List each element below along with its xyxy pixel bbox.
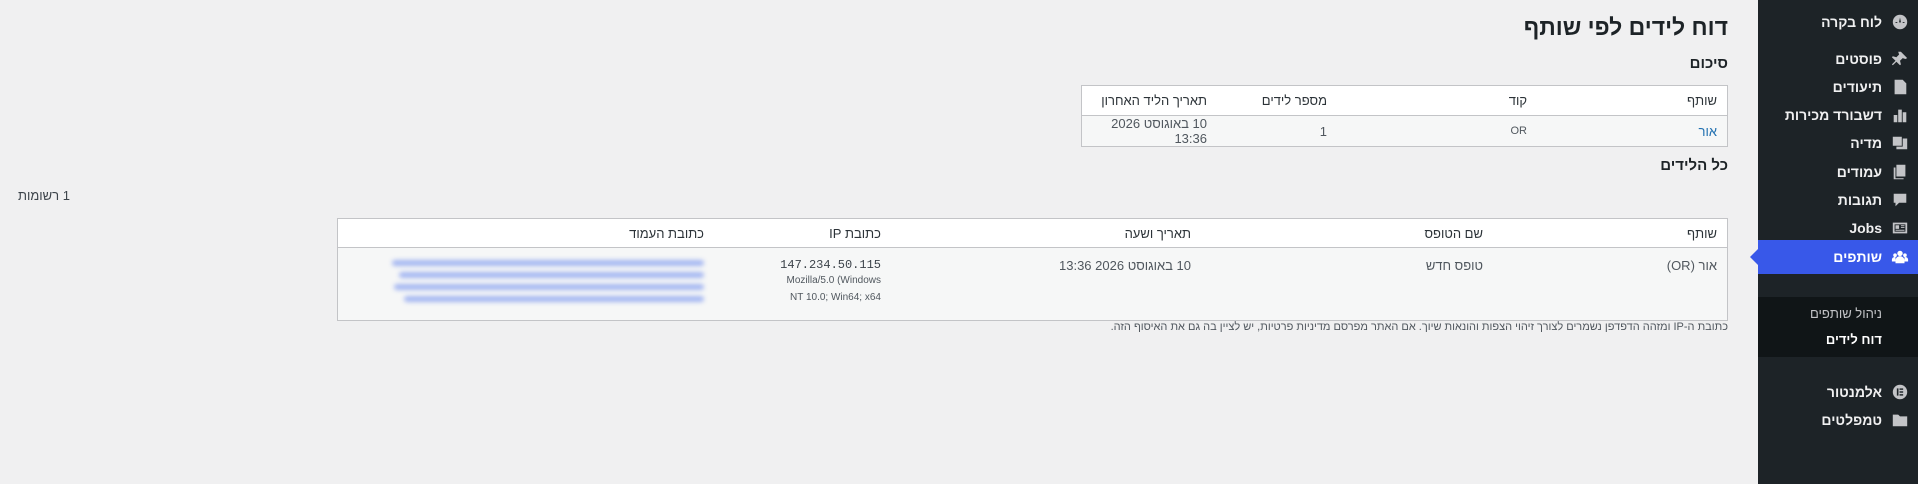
dashboard-icon [1890,12,1910,32]
sidebar-item-label: אלמנטור [1826,384,1882,400]
table-header-row: שותף שם הטופס תאריך ושעה כתובת IP כתובת … [337,218,1728,248]
partner-code: OR [1337,115,1537,147]
column-header-partner: שותף [1493,218,1728,248]
sidebar-item-label: מדיה [1850,135,1882,151]
sidebar-item-label: תגובות [1837,192,1882,208]
sidebar-item-label: לוח בקרה [1821,14,1882,30]
all-leads-section-title: כל הלידים [1660,157,1728,174]
table-row: אור OR 1 10 באוגוסט 2026 13:36 [1081,115,1728,147]
column-header-last-lead-date: תאריך הליד האחרון [1081,85,1217,116]
column-header-form-name: שם הטופס [1201,218,1493,248]
table-row: אור (OR) טופס חדש 10 באוגוסט 2026 13:36 … [337,247,1728,321]
submenu-item-label: ניהול שותפים [1809,305,1882,321]
sidebar-item-label: טמפלטים [1821,412,1882,428]
pages-icon [1890,162,1910,182]
last-lead-date: 10 באוגוסט 2026 13:36 [1081,115,1217,147]
column-header-code: קוד [1337,85,1537,116]
comment-icon [1890,190,1910,210]
lead-page-url-cell [337,247,714,321]
column-header-datetime: תאריך ושעה [891,218,1201,248]
table-header-row: שותף קוד מספר לידים תאריך הליד האחרון [1081,85,1728,116]
lead-user-agent: Mozilla/5.0 (Windows NT 10.0; Win64; x64 [786,275,881,303]
bar-chart-icon [1890,105,1910,125]
partner-link[interactable]: אור [1699,124,1717,139]
sidebar-item-label: שותפים [1833,249,1882,265]
redacted-page-url [392,258,704,302]
privacy-footnote: כתובת ה-IP ומזהה הדפדפן נשמרים לצורך זיה… [1110,321,1728,333]
sidebar-item-label: Jobs [1849,220,1882,236]
lead-datetime: 10 באוגוסט 2026 13:36 [891,247,1201,321]
main-content: דוח לידים לפי שותף סיכום שותף קוד מספר ל… [0,0,1758,484]
lead-partner: אור (OR) [1493,247,1728,321]
lead-form-name: טופס חדש [1201,247,1493,321]
sidebar-item-label: עמודים [1836,164,1882,180]
partners-submenu: ניהול שותפים דוח לידים [1758,297,1918,357]
sidebar-item-label: תיעודים [1832,79,1882,95]
column-header-partner: שותף [1537,85,1728,116]
document-icon [1890,77,1910,97]
id-card-icon [1890,218,1910,238]
page-title: דוח לידים לפי שותף [1523,14,1728,40]
column-header-leads-count: מספר לידים [1217,85,1337,116]
leads-table: שותף שם הטופס תאריך ושעה כתובת IP כתובת … [337,218,1728,321]
lead-ip: 147.234.50.115 [780,258,881,272]
sidebar-item-label: דשבורד מכירות [1784,107,1882,123]
records-count: 1 רשומות [18,188,70,203]
media-icon [1890,133,1910,153]
column-header-page-url: כתובת העמוד [337,218,714,248]
elementor-icon [1890,382,1910,402]
admin-sidebar: לוח בקרה פוסטים תיעודים דשבורד מכירות מד… [1750,0,1918,484]
sidebar-item-partners[interactable]: שותפים [1750,240,1918,274]
summary-table: שותף קוד מספר לידים תאריך הליד האחרון או… [1081,85,1728,147]
column-header-ip: כתובת IP [714,218,891,248]
pin-icon [1890,49,1910,69]
submenu-item-label: דוח לידים [1825,331,1882,347]
sidebar-item-templates[interactable]: טמפלטים [1758,403,1918,437]
folder-icon [1890,410,1910,430]
submenu-item-manage-partners[interactable]: ניהול שותפים [1758,301,1918,325]
submenu-item-leads-report[interactable]: דוח לידים [1758,327,1918,351]
summary-section-title: סיכום [1689,55,1728,72]
leads-count: 1 [1217,115,1337,147]
sidebar-item-label: פוסטים [1835,51,1882,67]
groups-icon [1890,247,1910,267]
sidebar-item-dashboard[interactable]: לוח בקרה [1758,5,1918,39]
lead-ip-cell: 147.234.50.115 Mozilla/5.0 (Windows NT 1… [714,247,891,321]
